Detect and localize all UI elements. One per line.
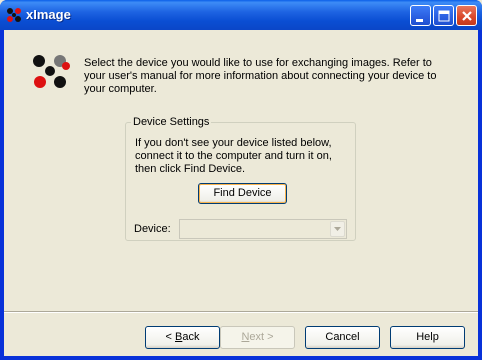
maximize-button[interactable] xyxy=(433,5,454,26)
dialog-body: Select the device you would like to use … xyxy=(4,30,478,356)
minimize-button[interactable] xyxy=(410,5,431,26)
next-label: ext > xyxy=(249,331,274,343)
device-label: Device: xyxy=(134,223,171,235)
device-dropdown[interactable] xyxy=(179,219,347,239)
dialog-window: xImage Select the device you would like … xyxy=(0,0,482,360)
close-icon xyxy=(462,11,472,21)
group-legend: Device Settings xyxy=(131,116,212,128)
help-button[interactable]: Help xyxy=(390,326,465,349)
next-button[interactable]: Next > xyxy=(220,326,295,349)
ximage-logo-icon xyxy=(31,54,73,90)
maximize-icon xyxy=(438,10,450,22)
find-device-button[interactable]: Find Device xyxy=(198,183,287,204)
device-settings-group: Device Settings If you don't see your de… xyxy=(125,116,356,241)
separator xyxy=(4,311,478,313)
intro-text: Select the device you would like to use … xyxy=(84,57,437,95)
title-bar[interactable]: xImage xyxy=(0,0,482,30)
minimize-icon xyxy=(416,19,423,22)
chevron-down-icon[interactable] xyxy=(330,221,345,237)
close-button[interactable] xyxy=(456,5,477,26)
back-button[interactable]: < Back xyxy=(145,326,220,349)
back-label: ack xyxy=(182,331,200,343)
instructions-text: If you don't see your device listed belo… xyxy=(135,137,332,175)
window-title: xImage xyxy=(26,7,71,22)
back-prefix: < xyxy=(165,331,175,343)
ximage-logo-icon xyxy=(6,7,22,23)
cancel-button[interactable]: Cancel xyxy=(305,326,380,349)
